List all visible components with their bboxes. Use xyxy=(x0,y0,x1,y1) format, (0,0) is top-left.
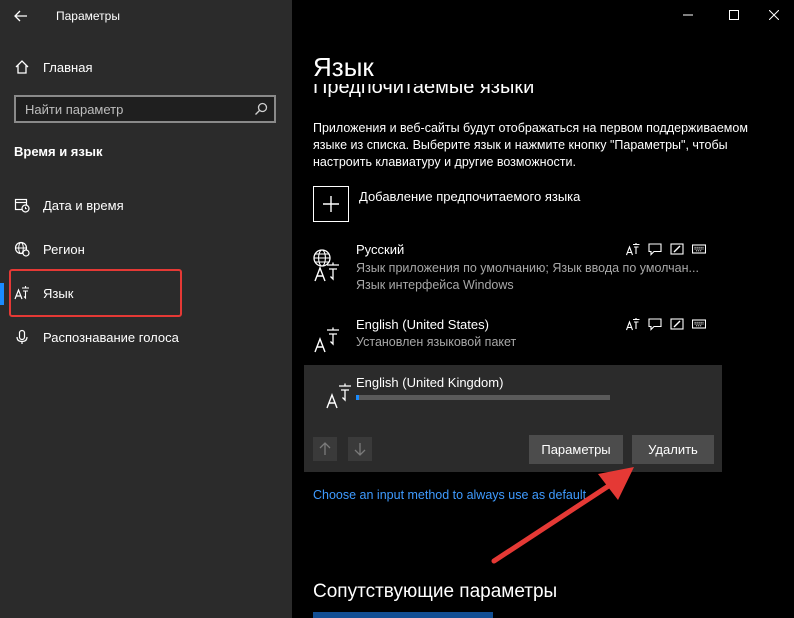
keyboard-icon xyxy=(692,242,706,256)
description-text: Приложения и веб-сайты будут отображатьс… xyxy=(313,121,748,169)
language-icon xyxy=(314,327,339,353)
handwriting-icon xyxy=(670,317,684,331)
main-content: Язык Предпочитаемые языки Приложения и в… xyxy=(292,0,794,618)
language-name: English (United States) xyxy=(356,317,489,332)
language-item-english-us[interactable]: English (United States) Установлен языко… xyxy=(304,317,722,357)
display-language-icon xyxy=(626,317,640,331)
sidebar-item-label: Главная xyxy=(43,59,93,75)
page-title: Язык xyxy=(313,52,374,82)
maximize-button[interactable] xyxy=(719,4,749,26)
keyboard-icon xyxy=(692,317,706,331)
back-button[interactable] xyxy=(10,6,32,26)
speech-bubble-icon xyxy=(648,242,662,256)
language-name: English (United Kingdom) xyxy=(356,375,504,390)
language-detail: Язык приложения по умолчанию; Язык ввода… xyxy=(356,261,699,275)
app-title: Параметры xyxy=(56,9,120,23)
sidebar-item-label: Распознавание голоса xyxy=(43,329,179,345)
title-bar: Параметры xyxy=(0,0,292,32)
close-button[interactable] xyxy=(759,4,789,26)
close-icon xyxy=(769,10,779,20)
plus-icon xyxy=(313,186,349,222)
arrow-down-icon xyxy=(354,443,366,456)
add-language-label: Добавление предпочитаемого языка xyxy=(359,188,581,204)
minimize-button[interactable] xyxy=(673,4,703,26)
download-progress-bar xyxy=(356,395,610,400)
language-capabilities xyxy=(626,242,706,256)
move-up-button[interactable] xyxy=(313,437,337,461)
home-icon xyxy=(14,59,30,75)
sidebar: Параметры Главная Время и язык Дата и вр… xyxy=(0,0,292,618)
language-detail: Установлен языковой пакет xyxy=(356,335,517,349)
remove-button[interactable]: Удалить xyxy=(632,435,714,464)
input-method-link[interactable]: Choose an input method to always use as … xyxy=(313,488,586,502)
language-item-english-uk[interactable]: English (United Kingdom) Параметры Удали… xyxy=(304,365,722,472)
sidebar-item-label: Дата и время xyxy=(43,197,124,213)
language-icon xyxy=(326,383,351,409)
move-down-button[interactable] xyxy=(348,437,372,461)
language-detail: Язык интерфейса Windows xyxy=(356,278,514,292)
highlight-box xyxy=(9,269,182,317)
language-item-russian[interactable]: Русский Язык приложения по умолчанию; Яз… xyxy=(304,242,722,294)
calendar-clock-icon xyxy=(14,197,30,213)
search-box[interactable] xyxy=(14,95,276,123)
add-language-button[interactable]: Добавление предпочитаемого языка xyxy=(313,186,580,222)
sidebar-item-speech[interactable]: Распознавание голоса xyxy=(0,317,292,357)
display-language-icon xyxy=(626,242,640,256)
sidebar-item-date-time[interactable]: Дата и время xyxy=(0,185,292,225)
microphone-icon xyxy=(14,329,30,345)
handwriting-icon xyxy=(670,242,684,256)
minimize-icon xyxy=(683,14,693,16)
language-capabilities xyxy=(626,317,706,331)
section-title: Время и язык xyxy=(14,144,103,159)
speech-bubble-icon xyxy=(648,317,662,331)
options-button[interactable]: Параметры xyxy=(529,435,623,464)
search-icon[interactable] xyxy=(253,101,269,117)
language-name: Русский xyxy=(356,242,405,257)
sidebar-item-label: Регион xyxy=(43,241,85,257)
arrow-left-icon xyxy=(14,10,27,22)
sidebar-item-region[interactable]: Регион xyxy=(0,229,292,269)
globe-language-icon xyxy=(313,249,339,282)
arrow-up-icon xyxy=(319,442,331,455)
search-input[interactable] xyxy=(16,97,246,121)
related-settings-title: Сопутствующие параметры xyxy=(313,581,558,602)
related-link[interactable] xyxy=(313,612,493,618)
globe-gear-icon xyxy=(14,241,30,257)
sidebar-item-home[interactable]: Главная xyxy=(0,47,292,87)
maximize-icon xyxy=(729,10,739,20)
download-progress-fill xyxy=(356,395,359,400)
